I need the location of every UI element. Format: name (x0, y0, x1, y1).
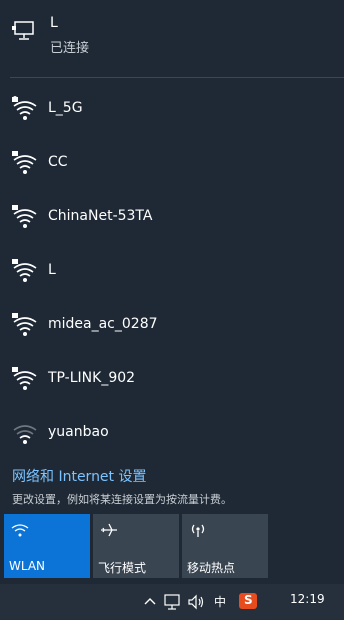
quick-action-airplane[interactable]: 飞行模式 (93, 514, 179, 578)
hotspot-icon (191, 524, 205, 537)
network-ssid: TP-LINK_902 (48, 370, 136, 386)
wifi-icon (11, 524, 29, 537)
wifi-weak-icon (13, 425, 37, 444)
wifi-secured-icon (12, 205, 37, 228)
settings-title[interactable]: 网络和 Internet 设置 (12, 466, 232, 486)
ethernet-monitor-icon (12, 21, 34, 40)
list-item[interactable]: midea_ac_0287 (0, 298, 344, 352)
network-settings-link[interactable]: 网络和 Internet 设置 更改设置，例如将某连接设置为按流量计费。 (12, 466, 232, 507)
wifi-secured-icon (12, 259, 37, 282)
connected-ssid: L (50, 15, 58, 31)
ime-indicator[interactable]: 中 (214, 593, 226, 610)
divider (10, 77, 344, 78)
network-ssid: yuanbao (48, 424, 109, 440)
network-ssid: CC (48, 154, 68, 170)
network-ssid: midea_ac_0287 (48, 316, 158, 332)
wifi-secured-icon (12, 96, 37, 120)
list-item[interactable]: L (0, 244, 344, 298)
airplane-icon (101, 523, 117, 537)
wifi-secured-icon (12, 151, 37, 174)
clock[interactable]: 12:19 (290, 592, 325, 606)
wifi-secured-icon (12, 367, 37, 390)
connection-status: 已连接 (50, 41, 90, 56)
network-ssid: L (48, 262, 56, 278)
sogou-ime-label: S (244, 593, 253, 607)
network-icon[interactable] (162, 592, 182, 612)
list-item[interactable]: TP-LINK_902 (0, 352, 344, 406)
volume-icon[interactable] (186, 592, 206, 612)
network-ssid: L_5G (48, 100, 83, 116)
list-item[interactable]: yuanbao (0, 406, 344, 460)
network-flyout: L 已连接 L_5G CC ChinaNet-53TA L midea_ac_0… (0, 0, 344, 584)
chevron-up-icon[interactable] (143, 592, 157, 612)
network-ssid: ChinaNet-53TA (48, 208, 153, 224)
quick-action-label: 飞行模式 (98, 561, 147, 575)
quick-action-label: WLAN (9, 559, 46, 573)
quick-action-wlan[interactable]: WLAN (4, 514, 90, 578)
list-item[interactable]: CC (0, 136, 344, 190)
sogou-ime-icon[interactable]: S (239, 593, 257, 609)
wifi-secured-icon (12, 313, 37, 336)
connected-network-item[interactable]: L 已连接 (0, 0, 344, 70)
settings-description: 更改设置，例如将某连接设置为按流量计费。 (12, 493, 232, 506)
quick-action-label: 移动热点 (187, 561, 236, 575)
list-item[interactable]: L_5G (0, 82, 344, 136)
quick-action-hotspot[interactable]: 移动热点 (182, 514, 268, 578)
network-list: L_5G CC ChinaNet-53TA L midea_ac_0287 TP… (0, 82, 344, 460)
list-item[interactable]: ChinaNet-53TA (0, 190, 344, 244)
taskbar: 中 S 12:19 (0, 584, 344, 620)
